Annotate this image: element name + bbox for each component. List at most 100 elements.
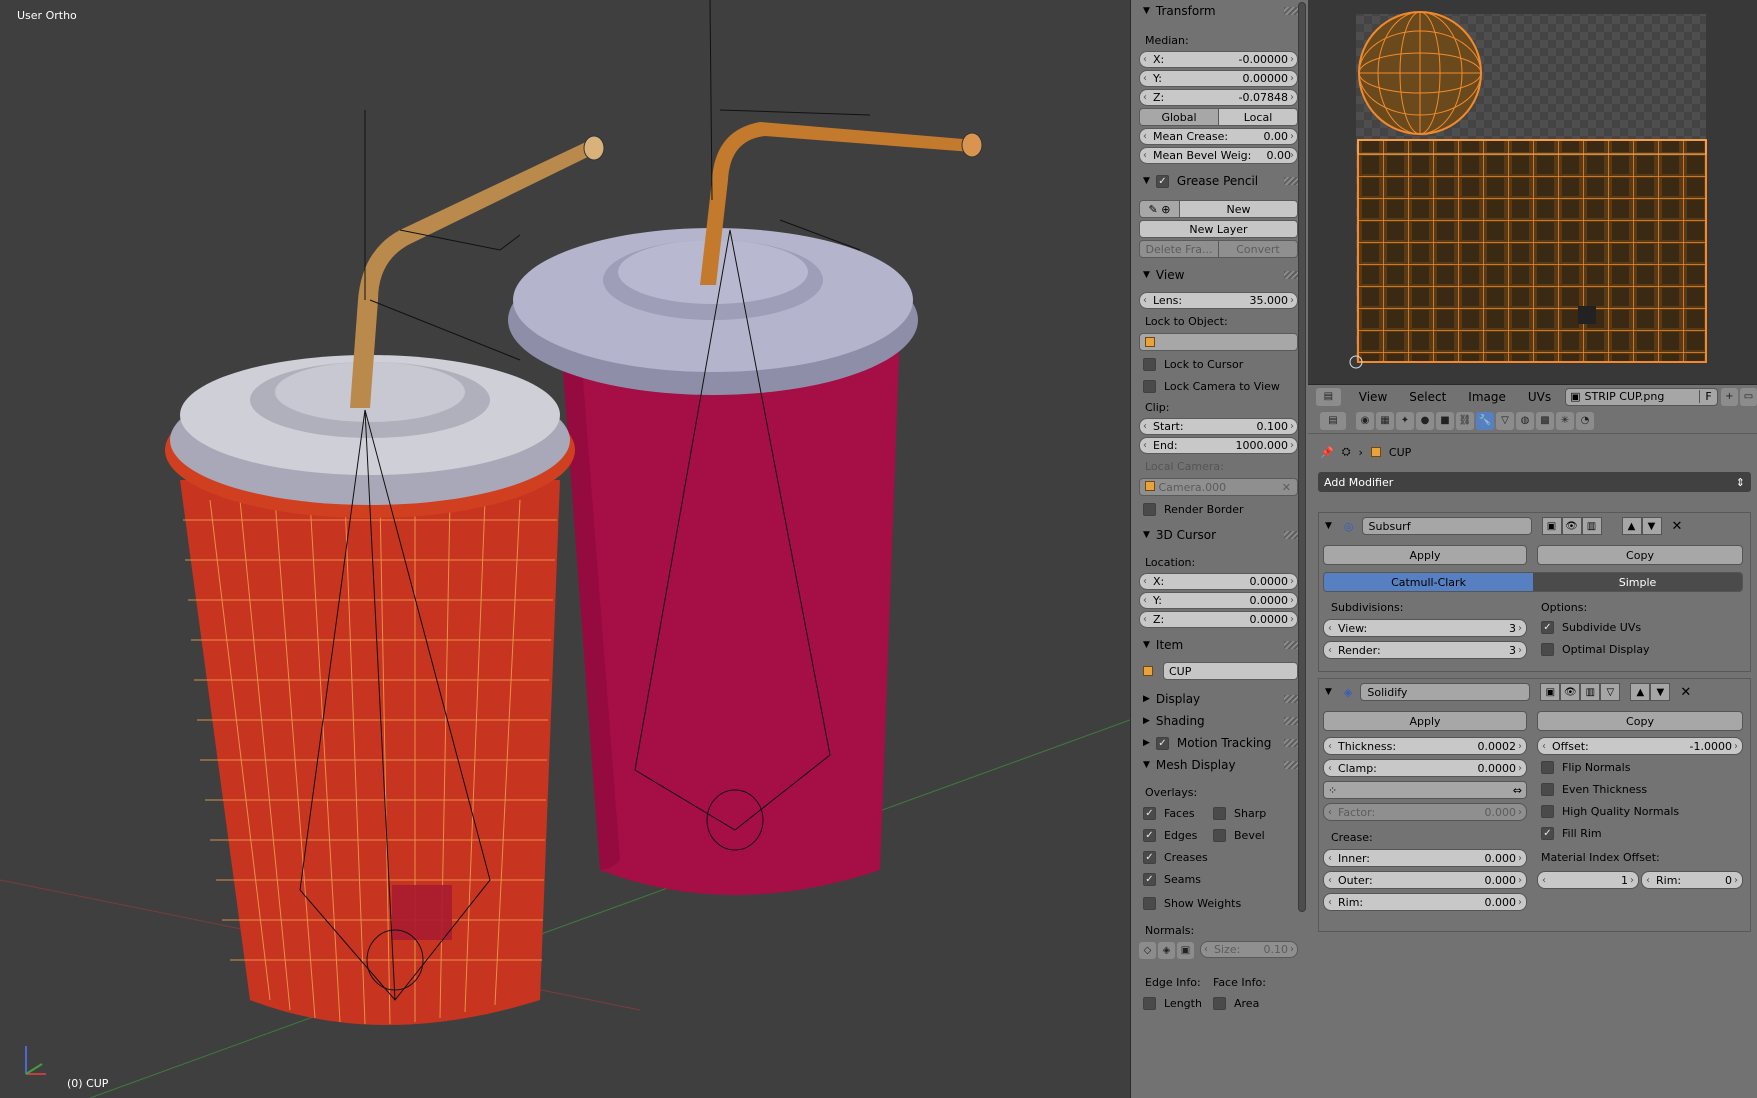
solidify-apply-button[interactable]: Apply: [1323, 711, 1527, 731]
bevel-checkbox[interactable]: [1213, 828, 1226, 842]
lock-camera-checkbox[interactable]: [1143, 379, 1156, 393]
mean-crease-field[interactable]: Mean Crease:0.00: [1139, 128, 1298, 145]
data-tab-icon[interactable]: ▽: [1496, 411, 1514, 430]
subsurf-view-field[interactable]: View:3: [1323, 619, 1527, 637]
rim-crease-field[interactable]: Rim:0.000: [1323, 893, 1527, 911]
seams-checkbox[interactable]: ✓: [1143, 872, 1156, 886]
move-down-icon[interactable]: ▼: [1641, 517, 1662, 535]
add-modifier-dropdown[interactable]: Add Modifier ⇕: [1318, 472, 1751, 492]
invert-icon[interactable]: ⇔: [1513, 784, 1522, 797]
gp-delete-frame-button[interactable]: Delete Fra...: [1140, 241, 1219, 257]
subsurf-render-field[interactable]: Render:3: [1323, 641, 1527, 659]
vertex-normals-icon[interactable]: ◇: [1139, 941, 1156, 959]
lock-camera-row[interactable]: Lock Camera to View: [1131, 375, 1308, 397]
view-header[interactable]: ▼ View: [1131, 264, 1308, 286]
object-tab-icon[interactable]: ■: [1436, 411, 1454, 430]
clip-start-field[interactable]: Start:0.100: [1139, 418, 1298, 435]
shading-header[interactable]: ▶ Shading: [1131, 710, 1308, 732]
clamp-field[interactable]: Clamp:0.0000: [1323, 759, 1527, 777]
particles-tab-icon[interactable]: ✳: [1556, 411, 1574, 430]
show-weights-checkbox[interactable]: [1143, 896, 1156, 910]
subsurf-name-field[interactable]: Subsurf: [1361, 517, 1532, 535]
image-selector[interactable]: ▣ STRIP CUP.png F: [1565, 387, 1718, 406]
loop-normals-icon[interactable]: ◈: [1158, 941, 1175, 959]
solidify-move-up-icon[interactable]: ▲: [1630, 683, 1651, 701]
editmode-toggle-icon[interactable]: ▥: [1581, 517, 1602, 535]
face-normals-icon[interactable]: ▣: [1177, 941, 1194, 959]
new-image-icon[interactable]: +: [1720, 387, 1738, 406]
show-weights-row[interactable]: Show Weights: [1131, 892, 1308, 914]
solidify-move-down-icon[interactable]: ▼: [1650, 683, 1671, 701]
render-border-checkbox[interactable]: [1143, 502, 1156, 516]
cursor-z-field[interactable]: Z:0.0000: [1139, 611, 1298, 628]
length-row[interactable]: Length: [1131, 992, 1213, 1014]
grease-pencil-header[interactable]: ▼ ✓ Grease Pencil: [1131, 170, 1308, 192]
sharp-row[interactable]: Sharp: [1213, 802, 1266, 824]
3d-viewport[interactable]: User Ortho (0) CUP: [0, 0, 1130, 1098]
uv-menu-image[interactable]: Image: [1468, 390, 1506, 404]
viewport-toggle-icon[interactable]: 👁: [1561, 517, 1582, 535]
mesh-display-header[interactable]: ▼ Mesh Display: [1131, 754, 1308, 776]
optimal-display-row[interactable]: Optimal Display: [1541, 643, 1650, 656]
edges-row[interactable]: ✓ Edges: [1131, 824, 1213, 846]
catmull-clark-button[interactable]: Catmull-Clark: [1324, 573, 1533, 591]
material-tab-icon[interactable]: ◍: [1516, 411, 1534, 430]
solidify-name-field[interactable]: Solidify: [1360, 683, 1531, 701]
vertex-group-field[interactable]: ⁘ ⇔: [1323, 781, 1527, 799]
subsurf-copy-button[interactable]: Copy: [1537, 545, 1743, 565]
scene-tab-icon[interactable]: ✦: [1396, 411, 1414, 430]
render-tab-icon[interactable]: ◉: [1356, 411, 1374, 430]
area-row[interactable]: Area: [1213, 992, 1259, 1014]
uv-menu-select[interactable]: Select: [1409, 390, 1446, 404]
high-quality-normals-row[interactable]: High Quality Normals: [1541, 805, 1679, 818]
median-x-field[interactable]: X:-0.00000: [1139, 51, 1298, 68]
clip-end-field[interactable]: End:1000.000: [1139, 437, 1298, 454]
3d-cursor-header[interactable]: ▼ 3D Cursor: [1131, 524, 1308, 546]
gp-new-button[interactable]: New: [1180, 201, 1297, 217]
gp-convert-button[interactable]: Convert: [1219, 241, 1297, 257]
factor-field[interactable]: Factor:0.000: [1323, 803, 1527, 821]
fill-rim-checkbox[interactable]: ✓: [1541, 827, 1554, 840]
uv-menu-view[interactable]: View: [1359, 390, 1387, 404]
even-thickness-row[interactable]: Even Thickness: [1541, 783, 1647, 796]
motion-tracking-checkbox[interactable]: ✓: [1155, 736, 1169, 750]
open-image-icon[interactable]: ▭: [1739, 387, 1757, 406]
bevel-row[interactable]: Bevel: [1213, 824, 1265, 846]
normals-size-field[interactable]: Size:0.10: [1200, 941, 1298, 958]
global-button[interactable]: Global: [1140, 109, 1219, 125]
faces-checkbox[interactable]: ✓: [1143, 806, 1156, 820]
props-editor-type-icon[interactable]: ▤: [1320, 411, 1346, 430]
median-z-field[interactable]: Z:-0.07848: [1139, 89, 1298, 106]
creases-row[interactable]: ✓ Creases: [1131, 846, 1308, 868]
uv-editor-canvas[interactable]: [1308, 0, 1757, 384]
lens-field[interactable]: Lens:35.000: [1139, 292, 1298, 309]
constraints-tab-icon[interactable]: ⛓: [1456, 411, 1474, 430]
uv-menu-uvs[interactable]: UVs: [1528, 390, 1551, 404]
physics-tab-icon[interactable]: ◔: [1576, 411, 1594, 430]
remove-modifier-icon[interactable]: ✕: [1672, 519, 1683, 534]
creases-checkbox[interactable]: ✓: [1143, 850, 1156, 864]
solidify-editmode-toggle-icon[interactable]: ▥: [1580, 683, 1601, 701]
fake-user-button[interactable]: F: [1699, 390, 1716, 403]
solidify-copy-button[interactable]: Copy: [1537, 711, 1743, 731]
transform-header[interactable]: ▼ Transform: [1131, 0, 1308, 22]
sharp-checkbox[interactable]: [1213, 806, 1226, 820]
simple-button[interactable]: Simple: [1533, 573, 1742, 591]
inner-field[interactable]: Inner:0.000: [1323, 849, 1527, 867]
pin-icon[interactable]: 📌: [1320, 446, 1334, 459]
item-name-field[interactable]: CUP: [1163, 662, 1298, 680]
optimal-display-checkbox[interactable]: [1541, 643, 1554, 656]
area-checkbox[interactable]: [1213, 996, 1226, 1010]
cursor-x-field[interactable]: X:0.0000: [1139, 573, 1298, 590]
lock-to-cursor-row[interactable]: Lock to Cursor: [1131, 353, 1308, 375]
local-camera-field[interactable]: Camera.000 ✕: [1139, 478, 1298, 496]
seams-row[interactable]: ✓ Seams: [1131, 868, 1308, 890]
motion-tracking-header[interactable]: ▶ ✓ Motion Tracking: [1131, 732, 1308, 754]
render-border-row[interactable]: Render Border: [1131, 498, 1308, 520]
fill-rim-row[interactable]: ✓ Fill Rim: [1541, 827, 1602, 840]
clear-icon[interactable]: ✕: [1282, 481, 1291, 494]
display-header[interactable]: ▶ Display: [1131, 688, 1308, 710]
pencil-icon[interactable]: ✎ ⊕: [1140, 201, 1180, 217]
solidify-viewport-toggle-icon[interactable]: 👁: [1560, 683, 1581, 701]
mean-bevel-field[interactable]: Mean Bevel Weig:0.00: [1139, 147, 1298, 164]
